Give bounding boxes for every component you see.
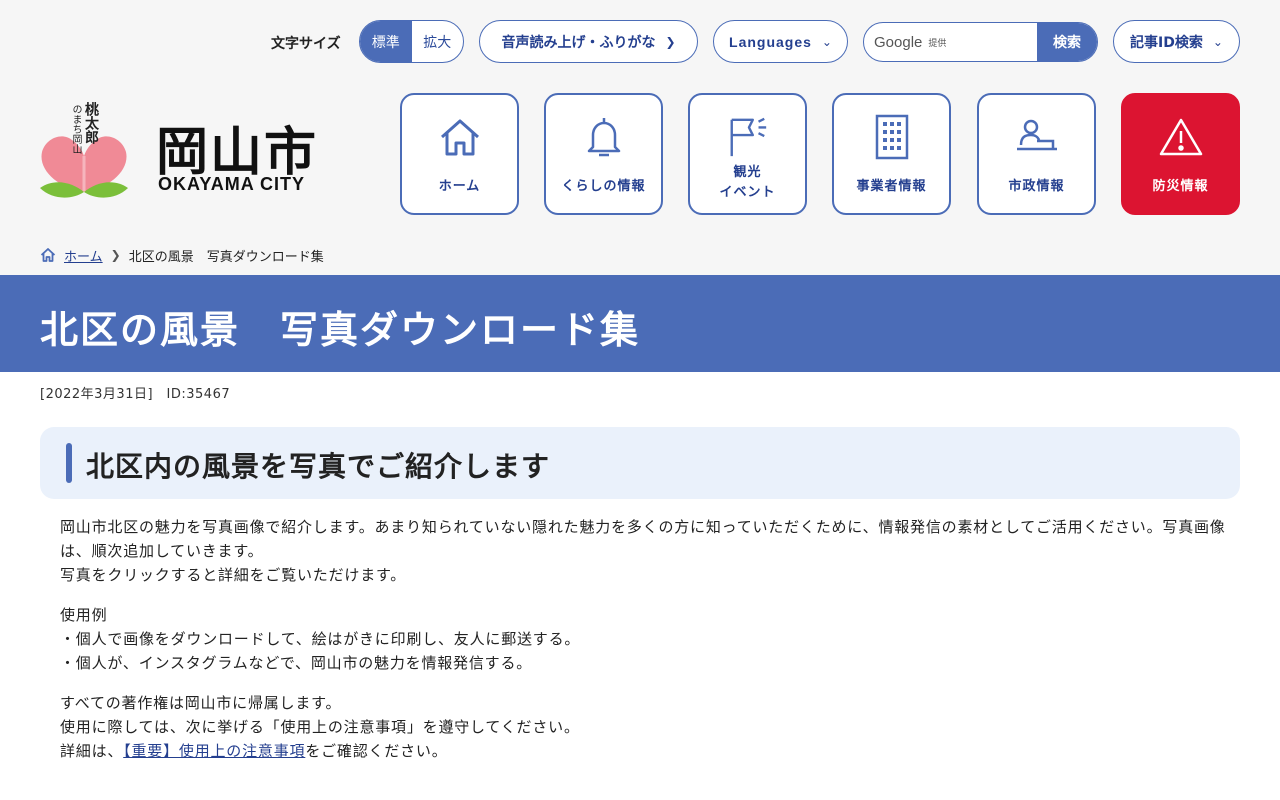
breadcrumb-current: 北区の風景 写真ダウンロード集 bbox=[128, 249, 324, 265]
article-body: 岡山市北区の魅力を写真画像で紹介します。あまり知られていない隠れた魅力を多くの方… bbox=[60, 515, 1240, 779]
languages-button[interactable]: Languages ⌄ bbox=[713, 20, 848, 63]
intro-line-2: 写真をクリックすると詳細をご覧いただけます。 bbox=[60, 566, 407, 584]
nav-home[interactable]: ホーム bbox=[400, 93, 519, 215]
font-size-standard-button[interactable]: 標準 bbox=[360, 21, 412, 62]
search-button[interactable]: 検索 bbox=[1037, 23, 1097, 61]
nav-city-admin[interactable]: 市政情報 bbox=[977, 93, 1096, 215]
breadcrumb: ホーム ❯ 北区の風景 写真ダウンロード集 bbox=[40, 245, 324, 265]
google-logo: Google bbox=[874, 33, 923, 51]
usage-notes-link[interactable]: 【重要】使用上の注意事項 bbox=[123, 742, 305, 760]
logo-vertical-large: 桃太郎 bbox=[83, 102, 99, 144]
section-heading: 北区内の風景を写真でご紹介します bbox=[86, 450, 551, 483]
site-search: Google 提供 検索 bbox=[863, 22, 1098, 62]
copyright-line-1: すべての著作権は岡山市に帰属します。 bbox=[60, 694, 342, 712]
site-logo[interactable]: のまち岡山 桃太郎 岡山市 OKAYAMA CITY bbox=[38, 100, 338, 210]
nav-tourism-label: 観光 イベント bbox=[719, 165, 776, 200]
google-provided-label: 提供 bbox=[928, 38, 947, 49]
article-id-search-label: 記事ID検索 bbox=[1130, 34, 1203, 51]
home-icon bbox=[40, 248, 56, 262]
font-size-toggle: 標準 拡大 bbox=[359, 20, 464, 63]
bell-icon bbox=[582, 115, 626, 159]
copyright-line-2: 使用に際しては、次に挙げる「使用上の注意事項」を遵守してください。 bbox=[60, 718, 580, 736]
intro-line-1: 岡山市北区の魅力を写真画像で紹介します。あまり知られていない隠れた魅力を多くの方… bbox=[60, 518, 1226, 560]
usage-example-2: ・個人が、インスタグラムなどで、岡山市の魅力を情報発信する。 bbox=[60, 654, 533, 672]
intro-paragraph: 岡山市北区の魅力を写真画像で紹介します。あまり知られていない隠れた魅力を多くの方… bbox=[60, 515, 1240, 587]
font-size-label: 文字サイズ bbox=[271, 36, 341, 52]
section-heading-box: 北区内の風景を写真でご紹介します bbox=[40, 427, 1240, 499]
usage-example-1: ・個人で画像をダウンロードして、絵はがきに印刷し、友人に郵送する。 bbox=[60, 630, 581, 648]
logo-city-name-en: OKAYAMA CITY bbox=[158, 174, 306, 194]
page-meta: [2022年3月31日] ID:35467 bbox=[40, 387, 231, 402]
nav-city-admin-label: 市政情報 bbox=[1008, 179, 1065, 194]
usage-examples-paragraph: 使用例 ・個人で画像をダウンロードして、絵はがきに印刷し、友人に郵送する。 ・個… bbox=[60, 603, 1240, 675]
nav-business[interactable]: 事業者情報 bbox=[832, 93, 951, 215]
copyright-paragraph: すべての著作権は岡山市に帰属します。 使用に際しては、次に挙げる「使用上の注意事… bbox=[60, 691, 1240, 763]
heading-accent-bar bbox=[66, 443, 72, 483]
copyright-line-3-post: をご確認ください。 bbox=[305, 742, 448, 760]
logo-vertical-small: のまち岡山 bbox=[70, 104, 81, 154]
breadcrumb-home-link[interactable]: ホーム bbox=[64, 246, 103, 265]
copyright-line-3-pre: 詳細は、 bbox=[60, 742, 124, 760]
article-id-search-button[interactable]: 記事ID検索 ⌄ bbox=[1113, 20, 1240, 63]
home-icon bbox=[438, 115, 482, 159]
languages-label: Languages bbox=[729, 33, 812, 50]
nav-living-label: くらしの情報 bbox=[561, 179, 646, 194]
nav-disaster-label: 防災情報 bbox=[1152, 179, 1209, 194]
read-aloud-label: 音声読み上げ・ふりがな bbox=[501, 34, 656, 51]
nav-business-label: 事業者情報 bbox=[856, 179, 927, 194]
building-icon bbox=[870, 114, 914, 160]
read-aloud-button[interactable]: 音声読み上げ・ふりがな ❯ bbox=[479, 20, 698, 63]
page-title-band: 北区の風景 写真ダウンロード集 bbox=[0, 275, 1280, 372]
chevron-right-icon: ❯ bbox=[665, 34, 676, 49]
page-title: 北区の風景 写真ダウンロード集 bbox=[40, 308, 641, 352]
nav-disaster[interactable]: 防災情報 bbox=[1121, 93, 1240, 215]
chevron-down-icon: ⌄ bbox=[1212, 34, 1223, 49]
nav-home-label: ホーム bbox=[438, 179, 481, 194]
chevron-right-icon: ❯ bbox=[110, 248, 121, 262]
podium-icon bbox=[1015, 115, 1059, 159]
font-size-large-button[interactable]: 拡大 bbox=[412, 21, 464, 62]
utility-bar: 文字サイズ 標準 拡大 音声読み上げ・ふりがな ❯ Languages ⌄ Go… bbox=[0, 20, 1280, 64]
search-input[interactable]: Google 提供 bbox=[864, 23, 1037, 61]
flag-icon bbox=[726, 115, 770, 159]
warning-icon bbox=[1159, 115, 1203, 159]
chevron-down-icon: ⌄ bbox=[821, 34, 832, 49]
nav-living[interactable]: くらしの情報 bbox=[544, 93, 663, 215]
nav-tourism[interactable]: 観光 イベント bbox=[688, 93, 807, 215]
usage-examples-title: 使用例 bbox=[60, 606, 108, 624]
